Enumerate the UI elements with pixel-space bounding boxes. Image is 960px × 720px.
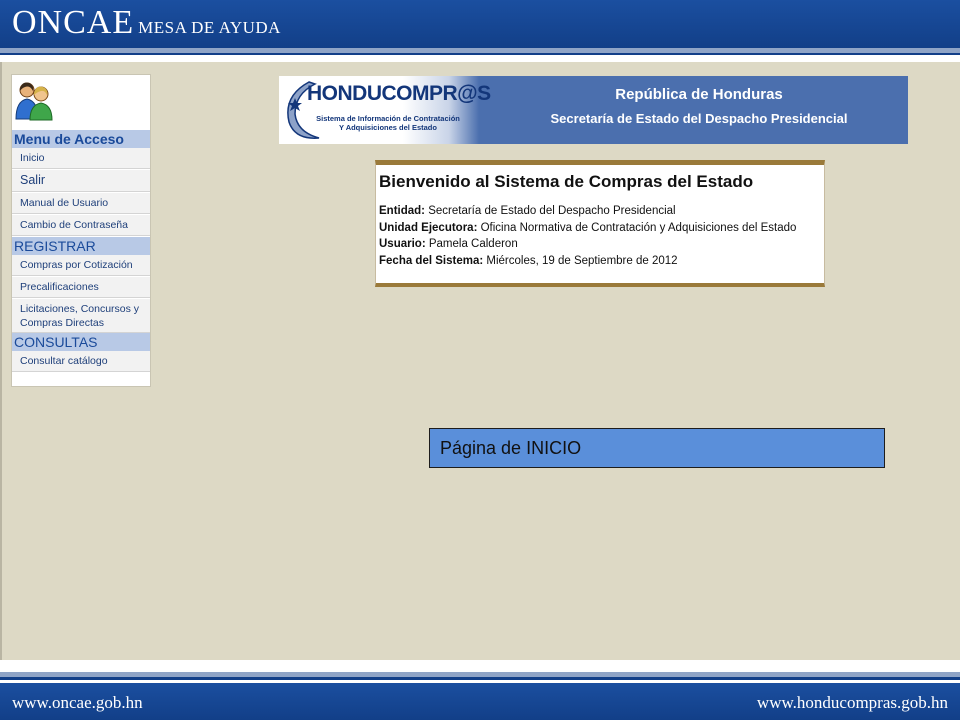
menu-title: Menu de Acceso	[12, 130, 150, 148]
sidebar-item-inicio[interactable]: Inicio	[12, 148, 150, 169]
fecha-label: Fecha del Sistema:	[379, 254, 484, 267]
sidebar-item-salir[interactable]: Salir	[12, 170, 150, 192]
unidad-label: Unidad Ejecutora:	[379, 221, 478, 234]
fecha-row: Fecha del Sistema: Miércoles, 19 de Sept…	[379, 253, 796, 270]
entidad-row: Entidad: Secretaría de Estado del Despac…	[379, 203, 796, 220]
entidad-label: Entidad:	[379, 205, 425, 217]
slide-footer: www.oncae.gob.hn www.honducompras.gob.hn	[0, 683, 960, 720]
logo-subtitle: Sistema de Información de Contratación Y…	[316, 114, 460, 132]
consultas-section-title: CONSULTAS	[12, 333, 150, 351]
footer-url-honducompras: www.honducompras.gob.hn	[756, 693, 948, 712]
welcome-panel: Bienvenido al Sistema de Compras del Est…	[375, 160, 825, 287]
users-icon	[15, 82, 53, 121]
banner-title: República de Honduras	[615, 86, 783, 103]
header-banner: HONDUCOMPR@S Sistema de Información de C…	[279, 76, 908, 144]
honducompras-logo: HONDUCOMPR@S Sistema de Información de C…	[279, 76, 491, 144]
sidebar-item-manual-usuario[interactable]: Manual de Usuario	[12, 193, 150, 214]
logo-title: HONDUCOMPR@S	[307, 82, 491, 105]
unidad-row: Unidad Ejecutora: Oficina Normativa de C…	[379, 220, 796, 237]
sidebar-item-licitaciones[interactable]: Licitaciones, Concursos y Compras Direct…	[12, 299, 150, 333]
sidebar-item-precalificaciones[interactable]: Precalificaciones	[12, 277, 150, 298]
sidebar-menu: Menu de Acceso Inicio Salir Manual de Us…	[11, 74, 151, 387]
welcome-title: Bienvenido al Sistema de Compras del Est…	[379, 172, 754, 191]
registrar-section-title: REGISTRAR	[12, 237, 150, 255]
banner-subtitle: Secretaría de Estado del Despacho Presid…	[550, 111, 848, 126]
fecha-value: Miércoles, 19 de Septiembre de 2012	[486, 254, 678, 267]
header-divider-dark	[0, 53, 960, 55]
welcome-details: Entidad: Secretaría de Estado del Despac…	[379, 203, 796, 269]
sidebar-item-cambio-contrasena[interactable]: Cambio de Contraseña	[12, 215, 150, 236]
footer-divider-dark	[0, 677, 960, 680]
app-screenshot: Menu de Acceso Inicio Salir Manual de Us…	[0, 62, 960, 660]
usuario-row: Usuario: Pamela Calderon	[379, 236, 796, 253]
brand-name: ONCAE	[12, 4, 135, 41]
entidad-value: Secretaría de Estado del Despacho Presid…	[428, 205, 676, 217]
sidebar-item-consultar-catalogo[interactable]: Consultar catálogo	[12, 351, 150, 372]
sidebar-item-compras-cotizacion[interactable]: Compras por Cotización	[12, 255, 150, 276]
unidad-value: Oficina Normativa de Contratación y Adqu…	[480, 221, 797, 234]
usuario-value: Pamela Calderon	[428, 238, 518, 250]
brand-subtitle: MESA DE AYUDA	[138, 18, 281, 37]
usuario-label: Usuario:	[379, 238, 426, 250]
slide-header: ONCAE MESA DE AYUDA	[0, 0, 960, 48]
header-brand: ONCAE MESA DE AYUDA	[12, 4, 281, 42]
page-callout: Página de INICIO	[429, 428, 885, 468]
footer-url-oncae: www.oncae.gob.hn	[12, 693, 143, 712]
